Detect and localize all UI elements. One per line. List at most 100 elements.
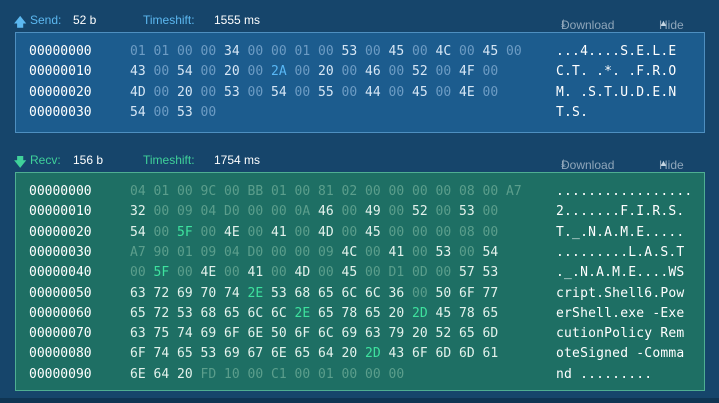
hex-byte: 53	[482, 265, 499, 281]
hex-byte: 01	[153, 44, 170, 59]
ascii-text: M. .S.T.U.D.E.N	[556, 84, 677, 100]
hex-byte: 41	[247, 265, 264, 281]
hex-byte: 00	[247, 224, 264, 240]
hex-byte: 6F	[294, 326, 311, 342]
hex-byte: 45	[388, 44, 405, 59]
hex-byte: 20	[224, 64, 240, 80]
hex-byte: 65	[177, 346, 193, 362]
hex-byte: 65	[482, 305, 499, 321]
hex-byte: C1	[271, 366, 287, 382]
hex-byte: 34	[224, 44, 240, 59]
hex-byte: 00	[318, 265, 334, 281]
hex-byte: 6E	[130, 366, 146, 382]
hex-byte: 0A	[294, 204, 311, 220]
hex-byte: 00	[341, 224, 358, 240]
hex-byte: 00	[482, 184, 499, 199]
hex-byte: 50	[435, 285, 452, 301]
hex-byte: 00	[482, 204, 499, 220]
hex-byte: FD	[200, 366, 217, 382]
hex-byte: 69	[341, 326, 358, 342]
hex-byte: 65	[318, 285, 334, 301]
hex-byte: 52	[435, 326, 452, 342]
hex-byte: 6F	[224, 326, 240, 342]
ascii-text: cutionPolicy Rem	[556, 326, 685, 342]
hex-byte: 68	[294, 285, 311, 301]
hex-byte: 20	[412, 326, 428, 342]
hex-offset: 00000020	[29, 224, 92, 240]
hex-row: 00000000 04 01 00 9C 00 BB 01 00 81 02 00 00 00 00 08 00…	[16, 182, 704, 202]
hex-byte: 4C	[341, 244, 358, 260]
hex-byte: 69	[177, 285, 193, 301]
hex-byte: 10	[224, 366, 240, 382]
hex-byte: 00	[341, 204, 358, 220]
hex-byte: 00	[271, 204, 287, 220]
hex-row: 00000010 32 00 09 04 D0 00 00 0A 46 00 49 00 52 00 53 00…	[16, 202, 704, 222]
hex-byte: 67	[247, 346, 264, 362]
hex-byte: 00	[435, 224, 452, 240]
hex-byte: 6C	[247, 305, 264, 321]
hex-byte: 00	[459, 244, 475, 260]
hex-byte: 5F	[177, 224, 193, 240]
hex-row: 00000080 6F 74 65 53 69 67 6E 65 64 20 2D 43 6F 6D 6D 61…	[16, 344, 704, 364]
hex-byte: 09	[177, 204, 193, 220]
hex-byte: 90	[153, 244, 170, 260]
hex-byte: 00	[388, 64, 405, 80]
ascii-text: .................	[556, 184, 693, 199]
hex-byte: 00	[388, 184, 405, 199]
hex-byte: 64	[153, 366, 170, 382]
hex-byte: 00	[412, 244, 428, 260]
hex-byte: 4E	[224, 224, 240, 240]
hex-byte: 00	[271, 244, 287, 260]
hex-byte: 65	[318, 305, 334, 321]
hex-byte: 54	[130, 224, 146, 240]
hex-byte: 00	[247, 204, 264, 220]
hex-byte: 00	[177, 265, 193, 281]
hex-row: 00000070 63 75 74 69 6F 6E 50 6F 6C 69 63 79 20 52 65 6D…	[16, 324, 704, 344]
ascii-text: C.T. .*. .F.R.O	[556, 64, 677, 80]
hex-byte: 00	[153, 104, 170, 120]
hex-byte: 08	[459, 224, 475, 240]
hex-byte: 20	[318, 64, 334, 80]
hex-byte: 00	[153, 64, 170, 80]
caret-up-icon: ▲	[659, 18, 668, 28]
hex-byte: 4D	[318, 224, 334, 240]
hex-byte: 00	[153, 84, 170, 100]
hex-offset: 00000040	[29, 265, 92, 281]
caret-up-icon: ▲	[659, 158, 668, 168]
hex-byte: 78	[341, 305, 358, 321]
hex-byte: 6C	[271, 305, 287, 321]
recv-timeshift-value: 1754 ms	[214, 153, 261, 167]
hex-row: 00000020 4D 00 20 00 53 00 54 00 55 00 44 00 45 00 4E 00…	[16, 83, 704, 103]
hex-byte: 09	[200, 244, 217, 260]
ascii-text: 2.......F.I.R.S.	[556, 204, 685, 220]
hex-byte: 00	[130, 265, 146, 281]
hex-byte: D1	[388, 265, 405, 281]
send-hex-panel: 00000000 01 01 00 00 34 00 00 01 00 53 00 45 00 4C 00 45…	[15, 32, 705, 133]
hex-byte: 45	[412, 84, 428, 100]
hex-byte: 00	[200, 84, 217, 100]
recv-timeshift-label: Timeshift:	[143, 153, 195, 167]
hex-byte: 01	[271, 184, 287, 199]
hex-byte: 2A	[271, 64, 287, 80]
hex-byte: 01	[153, 184, 170, 199]
hex-byte: 4E	[459, 84, 475, 100]
send-size: 52 b	[73, 13, 97, 27]
recv-size: 156 b	[73, 153, 104, 167]
hex-byte: 6E	[271, 346, 287, 362]
hex-byte: 45	[482, 44, 499, 59]
send-timeshift-value: 1555 ms	[214, 13, 261, 27]
hex-byte: 2D	[412, 305, 428, 321]
hex-byte: 65	[130, 305, 146, 321]
hex-byte: 74	[177, 326, 193, 342]
hex-row: 00000000 01 01 00 00 34 00 00 01 00 53 00 45 00 4C 00 45…	[16, 42, 704, 62]
hex-byte: 78	[459, 305, 475, 321]
hex-byte: 46	[365, 64, 381, 80]
hex-byte: 00	[412, 44, 428, 59]
hex-byte: 65	[459, 326, 475, 342]
hex-byte: 4C	[435, 44, 452, 59]
hex-byte: 00	[506, 44, 522, 59]
hex-byte: 00	[435, 64, 452, 80]
hex-byte: 68	[200, 305, 217, 321]
hex-byte: 45	[341, 265, 358, 281]
hex-byte: 57	[459, 265, 475, 281]
